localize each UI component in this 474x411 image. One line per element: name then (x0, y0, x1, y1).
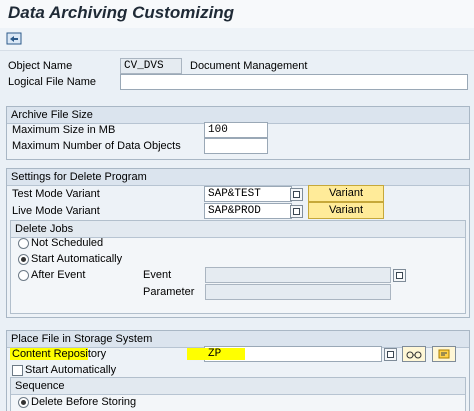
event-field[interactable] (205, 267, 391, 283)
radio-not-scheduled[interactable] (18, 238, 29, 249)
start-automatically-label: Start Automatically (25, 364, 117, 376)
copy-icon[interactable] (393, 269, 406, 282)
object-name-field: CV_DVS (120, 58, 182, 74)
group-title: Place File in Storage System (11, 333, 153, 345)
content-repository-label: Content Repository (12, 348, 107, 360)
group-title: Sequence (15, 380, 65, 392)
start-automatically-checkbox[interactable] (12, 365, 23, 376)
group-header: Settings for Delete Program (7, 169, 469, 186)
parameter-label: Parameter (143, 286, 195, 298)
max-objects-field[interactable] (204, 138, 268, 154)
event-label: Event (143, 269, 172, 281)
content-repository-field[interactable]: ZP (187, 346, 382, 362)
radio-label: Delete Before Storing (31, 396, 137, 408)
repository-display-button[interactable] (402, 346, 426, 362)
glasses-icon (406, 351, 422, 359)
refresh-icon[interactable] (6, 31, 22, 46)
live-mode-label: Live Mode Variant (12, 205, 100, 217)
live-variant-button[interactable]: Variant (308, 202, 384, 219)
logical-file-field[interactable] (120, 74, 468, 90)
max-size-field[interactable]: 100 (204, 122, 268, 138)
test-variant-button[interactable]: Variant (308, 185, 384, 202)
live-mode-field[interactable]: SAP&PROD (204, 203, 292, 219)
radio-after-event[interactable] (18, 270, 29, 281)
group-title: Settings for Delete Program (11, 171, 147, 183)
logical-file-label: Logical File Name (8, 76, 97, 88)
copy-icon[interactable] (290, 205, 303, 218)
copy-icon[interactable] (290, 188, 303, 201)
group-header: Delete Jobs (11, 221, 465, 238)
radio-start-automatically[interactable] (18, 254, 29, 265)
test-mode-field[interactable]: SAP&TEST (204, 186, 292, 202)
group-title: Archive File Size (11, 109, 93, 121)
radio-label: After Event (31, 269, 86, 281)
toolbar (0, 28, 474, 51)
radio-label: Start Automatically (31, 253, 123, 265)
page-title: Data Archiving Customizing (8, 3, 235, 22)
group-header: Sequence (11, 378, 465, 395)
repository-maintain-button[interactable] (432, 346, 456, 362)
copy-icon[interactable] (384, 348, 397, 361)
radio-label: Not Scheduled (31, 237, 104, 249)
test-mode-label: Test Mode Variant (12, 188, 100, 200)
object-name-label: Object Name (8, 60, 73, 72)
title-bar: Data Archiving Customizing (0, 0, 474, 29)
maintain-icon (438, 349, 450, 359)
group-title: Delete Jobs (15, 223, 74, 235)
parameter-field[interactable] (205, 284, 391, 300)
radio-delete-before-storing[interactable] (18, 397, 29, 408)
object-description: Document Management (190, 60, 308, 72)
max-size-label: Maximum Size in MB (12, 124, 116, 136)
max-objects-label: Maximum Number of Data Objects (12, 140, 181, 152)
content-repository-value: ZP (208, 348, 222, 360)
